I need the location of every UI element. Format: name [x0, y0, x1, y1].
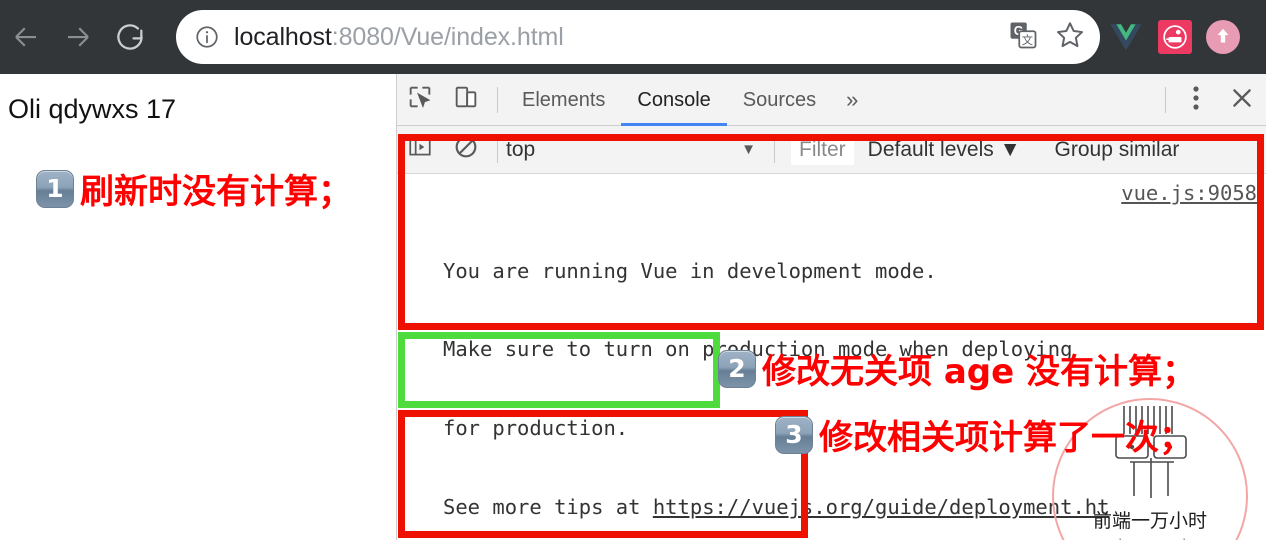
annotation-text-1: 刷新时没有计算；: [80, 172, 352, 212]
screenshot-root: localhost:8080/Vue/index.html G 文 Oli qd…: [0, 0, 1266, 540]
annotation-3: 3 修改相关项计算了一次；: [775, 410, 1193, 459]
console-sidebar-button[interactable]: [397, 124, 443, 176]
browser-toolbar: localhost:8080/Vue/index.html G 文: [0, 0, 1266, 74]
devtools-panel: Elements Console Sources » top ▼ Filter …: [396, 74, 1266, 540]
back-arrow-icon: [11, 22, 41, 52]
device-toolbar-button[interactable]: [443, 74, 489, 126]
close-icon: [1229, 85, 1255, 116]
console-levels-select[interactable]: Default levels ▼: [868, 138, 1021, 162]
vue-devtools-icon[interactable]: [1108, 19, 1144, 55]
console-filter-placeholder: Filter: [799, 137, 846, 161]
annotation-badge-3: 3: [775, 415, 813, 454]
extension-toolbar: [1108, 10, 1240, 64]
annotation-2: 2 修改无关项 age 没有计算；: [718, 344, 1196, 393]
console-toolbar: top ▼ Filter Default levels ▼ Group simi…: [397, 126, 1266, 174]
source-link-vuejs[interactable]: vue.js:9058: [1121, 180, 1257, 206]
more-tabs-button[interactable]: »: [832, 87, 872, 113]
upload-extension-icon[interactable]: [1206, 20, 1240, 54]
annotation-text-2: 修改无关项 age 没有计算；: [762, 352, 1197, 392]
annotation-1: 1 刷新时没有计算；: [36, 164, 352, 213]
reload-icon: [113, 20, 147, 54]
console-toolbar-divider: [497, 136, 498, 163]
deployment-link[interactable]: https://vuejs.org/guide/deployment.ht: [653, 495, 1110, 519]
back-button[interactable]: [0, 0, 52, 74]
url-path: :8080/Vue/index.html: [331, 22, 564, 51]
url-host: localhost: [234, 22, 332, 51]
toolbar-divider-right: [1165, 87, 1166, 113]
annotation-badge-2: 2: [718, 349, 756, 388]
group-similar-toggle[interactable]: Group similar: [1055, 138, 1180, 162]
console-levels-label: Default levels: [867, 137, 994, 161]
warning-line-4-text: See more tips at: [443, 494, 653, 519]
tab-console[interactable]: Console: [621, 74, 727, 126]
devtools-close-button[interactable]: [1218, 74, 1266, 126]
clear-console-button[interactable]: [443, 124, 489, 176]
console-toolbar-divider-2: [774, 136, 775, 163]
inspect-element-button[interactable]: [397, 74, 443, 126]
reload-button[interactable]: [104, 0, 156, 74]
console-filter-input[interactable]: Filter: [791, 134, 854, 165]
device-toolbar-icon: [452, 83, 480, 116]
inspect-element-icon: [406, 83, 434, 116]
url-text: localhost:8080/Vue/index.html: [234, 23, 564, 52]
annotation-text-3: 修改相关项计算了一次；: [819, 418, 1193, 458]
address-bar[interactable]: localhost:8080/Vue/index.html G 文: [176, 10, 1100, 64]
forward-button[interactable]: [52, 0, 104, 74]
devtools-menu-button[interactable]: [1174, 74, 1218, 126]
omnibox-actions: G 文: [1008, 10, 1086, 64]
clear-console-icon: [453, 134, 479, 165]
devtools-toolbar-right: [1157, 74, 1266, 126]
page-viewport: Oli qdywxs 17: [0, 74, 396, 540]
vertical-dots-icon: [1193, 85, 1199, 116]
svg-text:文: 文: [1022, 32, 1033, 46]
google-translate-icon[interactable]: G 文: [1008, 20, 1038, 55]
page-content-text: Oli qdywxs 17: [8, 94, 177, 124]
console-context-select[interactable]: top ▼: [506, 126, 766, 174]
pink-extension-icon[interactable]: [1158, 20, 1192, 54]
forward-arrow-icon: [63, 22, 93, 52]
chevron-down-icon-levels: ▼: [999, 137, 1021, 161]
tab-sources[interactable]: Sources: [727, 74, 832, 126]
warning-line-1: You are running Vue in development mode.: [443, 258, 937, 283]
chevron-down-icon: ▼: [741, 141, 756, 158]
annotation-badge-1: 1: [36, 169, 74, 208]
toolbar-divider: [497, 86, 498, 113]
devtools-tabbar: Elements Console Sources »: [397, 74, 1266, 126]
console-sidebar-icon: [407, 134, 433, 165]
warning-line-4: See more tips at https://vuejs.org/guide…: [443, 494, 1266, 520]
info-circle-icon[interactable]: [194, 24, 220, 50]
star-icon[interactable]: [1054, 19, 1086, 56]
console-context-value: top: [506, 137, 536, 161]
tab-elements[interactable]: Elements: [506, 74, 621, 126]
